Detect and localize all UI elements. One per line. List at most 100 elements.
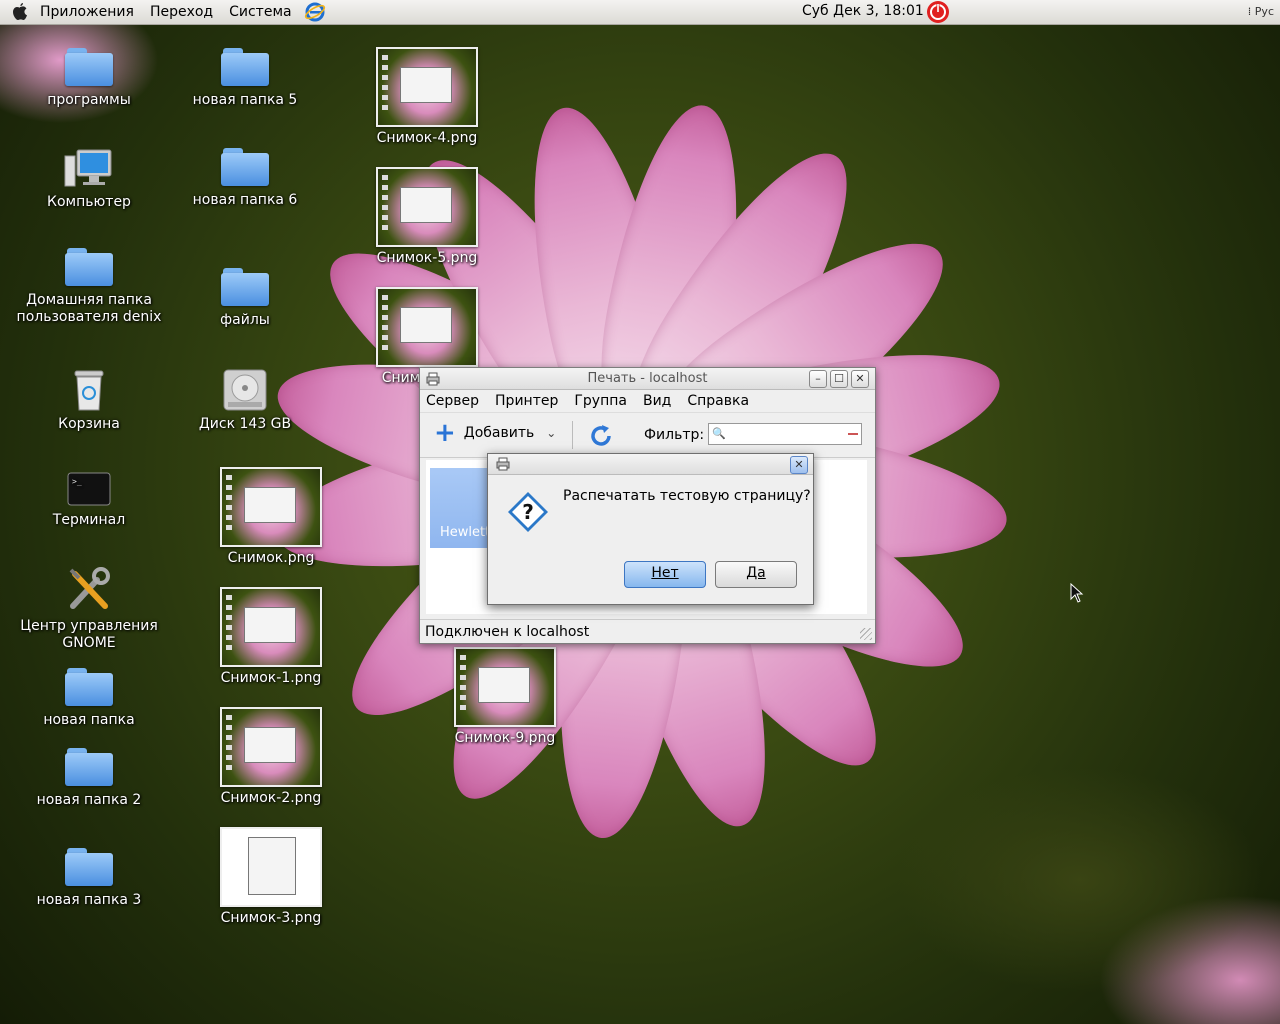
printer-icon (496, 457, 510, 471)
computer-icon (64, 149, 112, 187)
menu-help[interactable]: Справка (687, 393, 749, 409)
mouse-cursor-icon (1070, 583, 1084, 603)
desktop-icon-screenshot-3[interactable]: Снимок-3.png (196, 827, 346, 927)
desktop-icon-label: Центр управления GNOME (20, 618, 158, 651)
desktop-icon-label: Диск 143 GB (198, 416, 292, 432)
folder-icon (65, 848, 113, 886)
folder-icon (65, 668, 113, 706)
desktop-icon-screenshot-1[interactable]: Снимок-1.png (196, 587, 346, 687)
toolbar-separator (572, 421, 573, 449)
menubar: Сервер Принтер Группа Вид Справка (420, 390, 875, 413)
desktop-icon-programs[interactable]: программы (14, 48, 164, 109)
desktop-icon-computer[interactable]: Компьютер (14, 148, 164, 211)
desktop-icon-trash[interactable]: Корзина (14, 368, 164, 433)
menu-places[interactable]: Переход (142, 4, 221, 20)
desktop-icon-new-folder[interactable]: новая папка (14, 668, 164, 729)
clock[interactable]: Суб Дек 3, 18:01 (802, 3, 924, 19)
dialog-close-button[interactable]: ✕ (790, 456, 808, 474)
keyboard-layout-indicator[interactable]: ⁞ Рус (1248, 5, 1274, 18)
desktop-icon-label: новая папка 6 (192, 192, 298, 208)
desktop-icon-new-folder-2[interactable]: новая папка 2 (14, 748, 164, 809)
hard-disk-icon (223, 369, 267, 411)
menu-system[interactable]: Система (221, 4, 299, 20)
desktop-icon-new-folder-6[interactable]: новая папка 6 (170, 148, 320, 209)
power-icon[interactable] (926, 0, 950, 24)
trash-icon (74, 370, 104, 411)
filter-input[interactable] (708, 423, 862, 445)
desktop-icon-label: Снимок-4.png (376, 130, 478, 146)
top-panel: Приложения Переход Система Суб Дек 3, 18… (0, 0, 1280, 25)
terminal-icon: >_ (67, 472, 111, 506)
desktop-icon-label: Снимок-2.png (220, 790, 322, 806)
desktop-icon-label: Сним (381, 370, 421, 386)
desktop-icon-label: Снимок-1.png (220, 670, 322, 686)
window-titlebar[interactable]: Печать - localhost – ☐ ✕ (420, 368, 875, 390)
desktop-icon-new-folder-5[interactable]: новая папка 5 (170, 48, 320, 109)
desktop-icon-home[interactable]: Домашняя папка пользователя denix (14, 248, 164, 326)
close-button[interactable]: ✕ (851, 370, 869, 388)
desktop-icon-label: новая папка 5 (192, 92, 298, 108)
desktop-icon-label: файлы (220, 312, 270, 328)
desktop-icon-files[interactable]: файлы (170, 268, 320, 329)
desktop-icon-label: Домашняя папка пользователя denix (16, 292, 162, 325)
image-thumbnail-icon (376, 167, 478, 247)
folder-icon (221, 268, 269, 306)
browser-launcher-icon[interactable] (304, 1, 326, 23)
desktop-icon-label: новая папка 2 (36, 792, 142, 808)
clear-icon[interactable] (848, 433, 858, 435)
desktop-icon-disk[interactable]: Диск 143 GB (170, 368, 320, 433)
search-icon: 🔍 (712, 427, 726, 440)
image-thumbnail-icon (454, 647, 556, 727)
minimize-button[interactable]: – (809, 370, 827, 388)
desktop-icon-control-center[interactable]: Центр управления GNOME (14, 566, 164, 652)
refresh-icon[interactable] (588, 423, 614, 449)
toolbar: + Добавить ⌄ Фильтр: 🔍 (420, 413, 875, 458)
desktop-icon-label: Компьютер (47, 194, 131, 210)
desktop-icon-screenshot-5[interactable]: Снимок-5.png (352, 167, 502, 267)
desktop-icon-label: новая папка (43, 712, 135, 728)
desktop-icon-label: Снимок-5.png (376, 250, 478, 266)
desktop-icon-label: Корзина (58, 416, 120, 432)
chevron-down-icon[interactable]: ⌄ (546, 426, 556, 440)
menu-group[interactable]: Группа (574, 393, 627, 409)
folder-icon (221, 148, 269, 186)
desktop-icon-label: Терминал (52, 512, 126, 528)
desktop-icon-screenshot-9[interactable]: Снимок-9.png (430, 647, 580, 747)
keyboard-layout-label: Рус (1254, 5, 1274, 18)
folder-icon (65, 748, 113, 786)
desktop-icon-label: Снимок-9.png (454, 730, 556, 746)
desktop-icon-label: Снимок.png (227, 550, 315, 566)
desktop-icon-label: Снимок-3.png (220, 910, 322, 926)
folder-icon (65, 48, 113, 86)
svg-text:?: ? (522, 500, 534, 524)
yes-button[interactable]: Да (715, 561, 797, 588)
menu-view[interactable]: Вид (643, 393, 671, 409)
desktop-icon-screenshot-2[interactable]: Снимок-2.png (196, 707, 346, 807)
menu-printer[interactable]: Принтер (495, 393, 558, 409)
desktop-icon-terminal[interactable]: >_ Терминал (14, 472, 164, 529)
home-folder-icon (65, 248, 113, 286)
desktop-icon-screenshot[interactable]: Снимок.png (196, 467, 346, 567)
dialog-message: Распечатать тестовую страницу? (563, 488, 811, 504)
svg-text:>_: >_ (72, 477, 82, 486)
apple-logo-icon[interactable] (12, 3, 28, 21)
no-button[interactable]: Нет (624, 561, 706, 588)
desktop-icon-label: новая папка 3 (36, 892, 142, 908)
menu-server[interactable]: Сервер (426, 393, 479, 409)
add-button[interactable]: + Добавить ⌄ (434, 420, 556, 446)
image-thumbnail-icon (220, 707, 322, 787)
desktop-icon-screenshot-4[interactable]: Снимок-4.png (352, 47, 502, 147)
menu-applications[interactable]: Приложения (32, 4, 142, 20)
resize-grip[interactable] (860, 628, 872, 640)
desktop-icon-new-folder-3[interactable]: новая папка 3 (14, 848, 164, 909)
printer-item[interactable]: Hewlett (430, 468, 494, 548)
status-bar: Подключен к localhost (420, 619, 875, 643)
maximize-button[interactable]: ☐ (830, 370, 848, 388)
question-icon: ? (508, 492, 548, 532)
image-thumbnail-icon (376, 287, 478, 367)
print-test-page-dialog: ✕ ? Распечатать тестовую страницу? Нет Д… (487, 453, 814, 605)
filter-label: Фильтр: (644, 427, 705, 443)
image-thumbnail-icon (220, 827, 322, 907)
tools-icon (69, 567, 110, 609)
dialog-titlebar[interactable]: ✕ (488, 454, 813, 475)
